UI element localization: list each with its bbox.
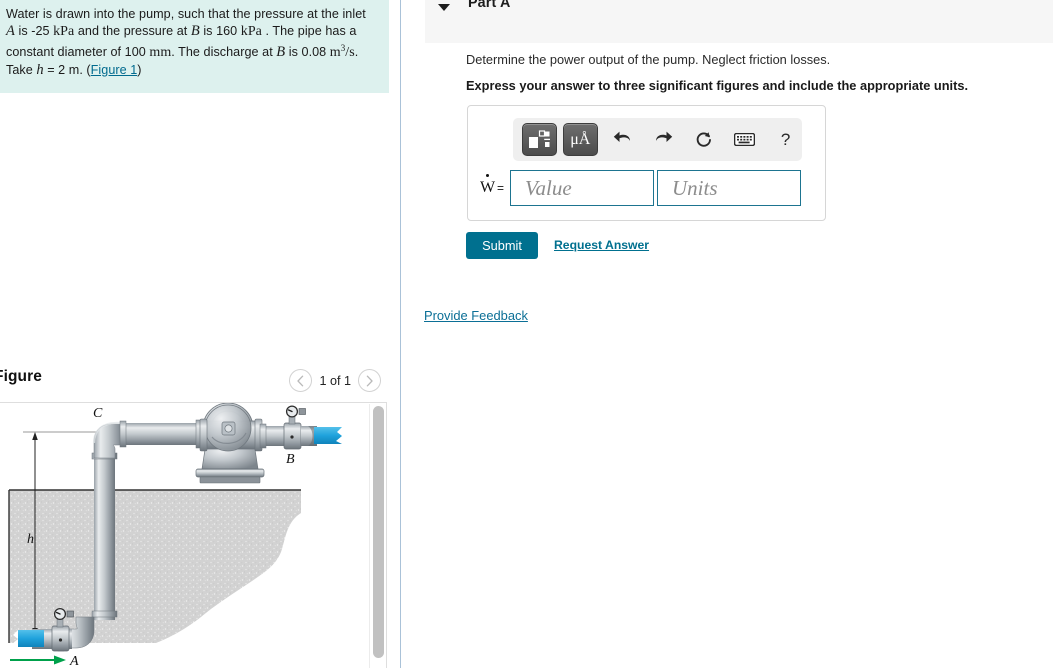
part-a-title: Part A — [468, 0, 511, 11]
undo-icon — [613, 131, 630, 142]
figure-title: Figure — [0, 368, 42, 385]
keyboard-icon — [734, 133, 756, 146]
pump-base-plate — [195, 468, 265, 478]
value-placeholder: Value — [525, 175, 572, 200]
help-icon: ? — [780, 129, 791, 149]
variable-b: B — [276, 44, 286, 61]
unit-mm: mm — [149, 45, 172, 61]
problem-statement-text: Water is drawn into the pump, such that … — [6, 6, 375, 79]
figure-next-button[interactable] — [358, 369, 381, 392]
provide-feedback-link[interactable]: Provide Feedback — [424, 308, 528, 323]
answer-symbol: W — [480, 174, 496, 197]
figure-pagination: 1 of 1 — [289, 369, 381, 392]
units-micro-angstrom-icon: μÅ — [570, 130, 591, 148]
problem-text-segment: is 160 — [199, 24, 241, 39]
chevron-right-icon — [366, 375, 373, 386]
pipe-flange-lower — [91, 610, 118, 618]
pump-system-diagram: h C B A — [8, 403, 342, 668]
math-template-icon — [529, 129, 551, 148]
math-toolbar: μÅ ? — [513, 118, 802, 161]
answer-entry-box: μÅ ? W = Value Units — [467, 105, 826, 221]
problem-text-segment: and the pressure at — [74, 24, 191, 39]
unit-cubic-meter: m — [329, 45, 341, 61]
label-b: B — [286, 452, 295, 467]
math-template-button[interactable] — [522, 123, 557, 156]
units-micro-angstrom-button[interactable]: μÅ — [562, 123, 598, 156]
label-a: A — [69, 654, 79, 668]
redo-icon — [655, 131, 672, 142]
problem-text-segment: . The discharge at — [171, 45, 277, 60]
pipe-flange-c — [119, 420, 127, 448]
part-a-header[interactable]: Part A — [425, 0, 1053, 43]
variable-a: A — [6, 23, 15, 40]
caret-down-icon[interactable] — [438, 4, 450, 11]
figure-viewport: h C B A — [0, 402, 387, 668]
reset-icon — [696, 131, 711, 147]
units-input[interactable]: Units — [657, 170, 802, 206]
left-column: Water is drawn into the pump, such that … — [0, 0, 389, 668]
figure-page-count: 1 of 1 — [319, 373, 351, 388]
problem-text-segment: is -25 — [14, 24, 54, 39]
variable-b: B — [190, 23, 200, 40]
overdot-icon — [486, 174, 489, 177]
equals-sign: = — [497, 181, 505, 195]
pipe-flange-discharge — [259, 423, 267, 449]
label-h: h — [27, 532, 34, 547]
label-c: C — [93, 406, 103, 421]
help-button[interactable]: ? — [769, 123, 802, 156]
keyboard-button[interactable] — [728, 123, 761, 156]
answer-input-row: W = Value Units — [480, 170, 802, 206]
pump-assembly — [195, 403, 269, 484]
redo-button[interactable] — [647, 123, 680, 156]
problem-text-segment: = 2 m. ( — [43, 62, 91, 77]
column-divider — [400, 0, 401, 668]
problem-text-segment: is 0.08 — [285, 45, 330, 60]
water-jet-a — [18, 630, 44, 647]
problem-text-segment: Water is drawn into the pump, such that … — [6, 7, 366, 21]
problem-statement-panel: Water is drawn into the pump, such that … — [0, 0, 389, 93]
chevron-left-icon — [297, 375, 304, 386]
reset-button[interactable] — [687, 123, 720, 156]
request-answer-link[interactable]: Request Answer — [554, 238, 649, 252]
question-instruction: Express your answer to three significant… — [466, 78, 969, 93]
variable-h: h — [36, 61, 44, 78]
undo-button[interactable] — [606, 123, 639, 156]
value-input[interactable]: Value — [510, 170, 655, 206]
figure-prev-button[interactable] — [289, 369, 313, 392]
unit-kpa: kPa — [240, 24, 262, 40]
answer-symbol-letter: W — [480, 179, 496, 196]
right-column: Part A Determine the power output of the… — [424, 0, 1053, 668]
figure-1-link[interactable]: Figure 1 — [91, 63, 138, 77]
flow-direction-arrow — [10, 655, 66, 665]
ground-mass — [9, 490, 301, 643]
figure-header: Figure 1 of 1 — [0, 368, 389, 402]
units-placeholder: Units — [672, 175, 718, 200]
problem-text-segment: ) — [137, 62, 142, 77]
pump-foundation — [199, 476, 261, 484]
unit-kpa: kPa — [53, 24, 75, 40]
figure-scrollbar-track[interactable] — [369, 404, 385, 668]
unit-per-second: /s — [345, 45, 355, 61]
figure-scrollbar-thumb[interactable] — [373, 406, 384, 658]
submit-button[interactable]: Submit — [466, 232, 538, 259]
page-root: Water is drawn into the pump, such that … — [0, 0, 1053, 668]
question-text: Determine the power output of the pump. … — [466, 52, 831, 67]
horizontal-pipe-upper — [122, 423, 202, 445]
vertical-pipe — [94, 455, 115, 620]
